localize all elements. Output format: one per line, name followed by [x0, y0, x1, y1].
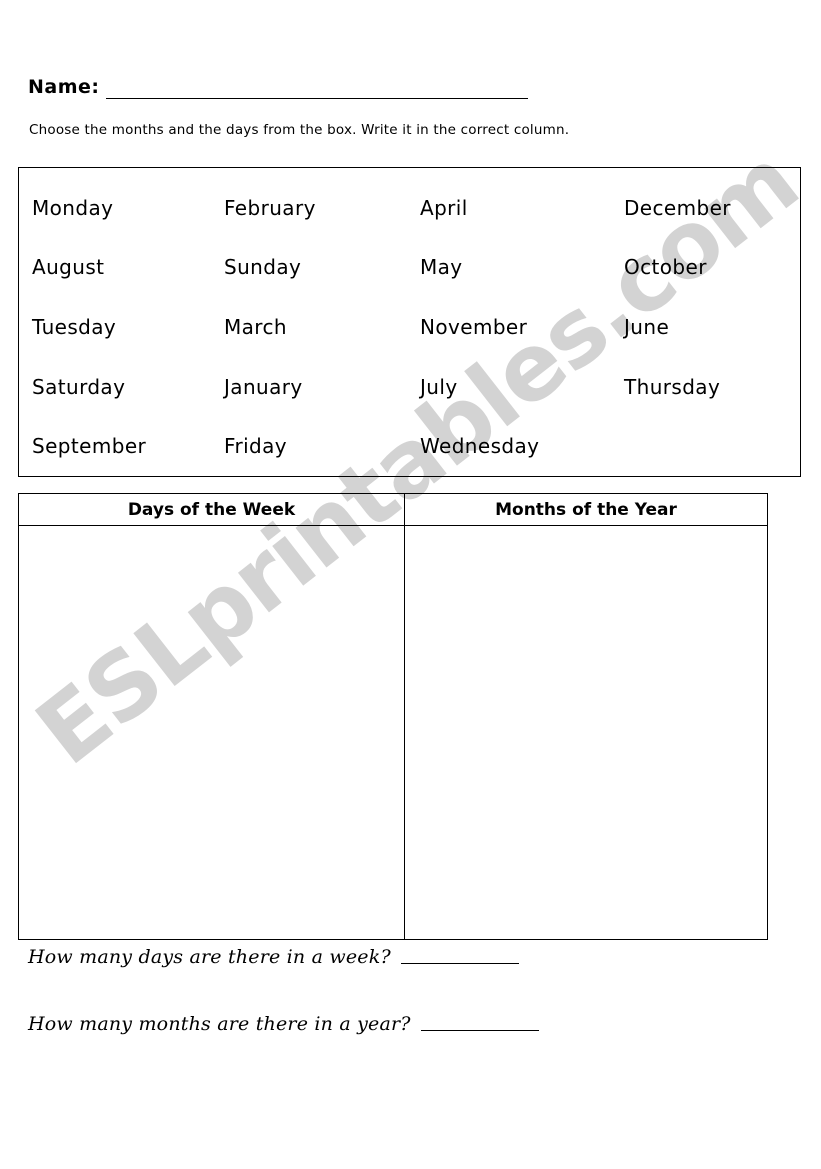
name-row: Name:	[28, 78, 528, 99]
worksheet-page: ESLprintables.com Name: Choose the month…	[0, 0, 821, 1169]
column-header-days-label: Days of the Week	[127, 499, 296, 520]
answer-table-header-row: Days of the Week Months of the Year	[19, 494, 767, 526]
word-item[interactable]: January	[224, 357, 420, 417]
question-days-text: How many days are there in a week?	[28, 946, 391, 968]
word-item[interactable]: Friday	[224, 416, 420, 476]
column-header-days: Days of the Week	[19, 494, 405, 525]
word-item[interactable]: August	[32, 238, 224, 298]
word-item[interactable]: March	[224, 297, 420, 357]
word-item[interactable]: April	[420, 178, 624, 238]
word-item[interactable]: Wednesday	[420, 416, 624, 476]
column-header-months: Months of the Year	[405, 494, 767, 525]
word-box: Monday February April December August Su…	[18, 167, 801, 477]
word-item[interactable]: Saturday	[32, 357, 224, 417]
word-item[interactable]: September	[32, 416, 224, 476]
word-item[interactable]: October	[624, 238, 800, 298]
word-item[interactable]: December	[624, 178, 800, 238]
answer-cell-days[interactable]	[19, 526, 405, 939]
word-item[interactable]: November	[420, 297, 624, 357]
word-item[interactable]: Monday	[32, 178, 224, 238]
name-input[interactable]	[105, 80, 528, 99]
question-months-text: How many months are there in a year?	[28, 1013, 411, 1035]
instruction-text: Choose the months and the days from the …	[29, 122, 570, 138]
word-item[interactable]: Sunday	[224, 238, 420, 298]
column-header-months-label: Months of the Year	[495, 499, 677, 520]
question-months-answer-input[interactable]	[420, 1020, 539, 1031]
question-months: How many months are there in a year?	[28, 1015, 539, 1034]
answer-table: Days of the Week Months of the Year	[18, 493, 768, 940]
question-days-answer-input[interactable]	[400, 953, 519, 964]
answer-cell-months[interactable]	[405, 526, 767, 939]
word-item[interactable]: Tuesday	[32, 297, 224, 357]
word-item[interactable]: July	[420, 357, 624, 417]
word-item-empty	[624, 416, 800, 476]
word-item[interactable]: Thursday	[624, 357, 800, 417]
word-item[interactable]: February	[224, 178, 420, 238]
word-box-grid: Monday February April December August Su…	[19, 168, 800, 476]
word-item[interactable]: June	[624, 297, 800, 357]
answer-table-body-row	[19, 526, 767, 939]
question-days: How many days are there in a week?	[28, 948, 519, 967]
name-label: Name:	[28, 76, 100, 98]
word-item[interactable]: May	[420, 238, 624, 298]
